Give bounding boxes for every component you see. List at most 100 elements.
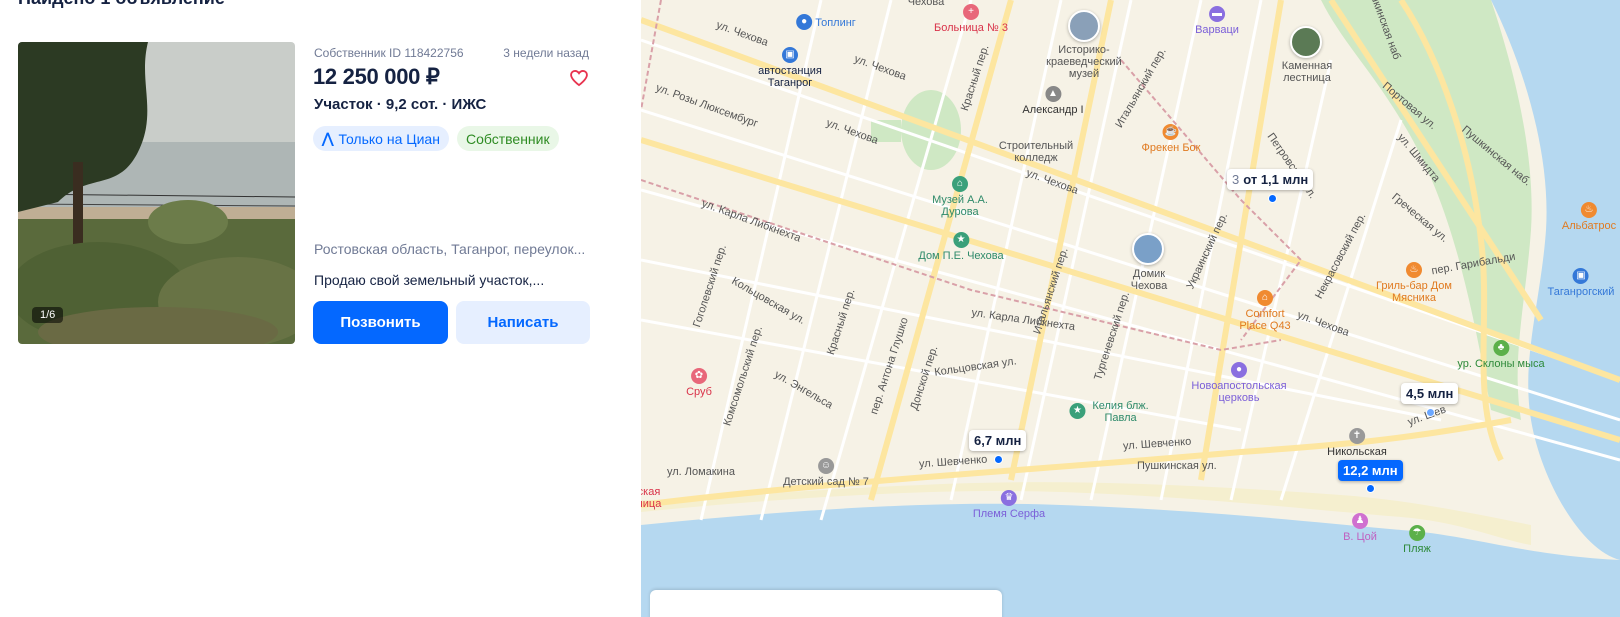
poi-label: ская ница (641, 486, 662, 510)
pin-label: 6,7 млн (974, 433, 1022, 448)
listing-dot[interactable] (1268, 194, 1277, 203)
varvatsi-poi[interactable]: ▬ Варваци (1195, 6, 1239, 36)
poi-label: Гриль-бар Дом Мясника (1375, 280, 1452, 304)
construction-college-poi[interactable]: Строительный колледж (996, 140, 1076, 164)
bus-station-poi[interactable]: ▣ автостанция Таганрог (745, 47, 835, 89)
poi-label: Comfort Place Q43 (1239, 308, 1291, 332)
chekhov-small-house-photo-icon[interactable] (1132, 233, 1164, 265)
stairs-photo-icon[interactable] (1290, 26, 1322, 58)
listing-dot[interactable] (994, 455, 1003, 464)
hospital-poi[interactable]: + Больница № 3 (934, 4, 1008, 34)
museum-poi[interactable]: Историко-краеведческий музей (1039, 44, 1129, 80)
poi-label: Каменная лестница (1281, 60, 1333, 84)
hotel-icon: ⌂ (1257, 290, 1273, 306)
star-icon: ★ (1069, 403, 1086, 419)
albatros-poi[interactable]: ♨ Альбатрос (1562, 202, 1616, 232)
bus-icon: ▣ (782, 47, 798, 63)
tsoi-poi[interactable]: ♟ В. Цой (1343, 513, 1377, 543)
poi-label: Дом П.Е. Чехова (918, 250, 1004, 262)
building-icon: ▣ (1572, 268, 1589, 284)
poi-label: ур. Склоны мыса (1457, 358, 1545, 370)
poi-label: В. Цой (1343, 531, 1377, 543)
badges-row: ⋀ Только на Циан Собственник (313, 126, 559, 151)
trophy-icon: ♛ (1001, 490, 1017, 506)
price-pin[interactable]: 4,5 млн (1401, 383, 1459, 404)
grill-poi[interactable]: ♨ Гриль-бар Дом Мясника (1374, 262, 1454, 304)
durov-museum-poi[interactable]: ⌂ Музей А.А. Дурова (925, 176, 995, 218)
poi-label: Таганрогский (1547, 286, 1615, 298)
topling-poi[interactable]: ● Топлинг (796, 14, 856, 32)
only-on-cian-badge: ⋀ Только на Циан (313, 126, 449, 151)
poi-label: Больница № 3 (934, 22, 1008, 34)
owner-badge: Собственник (456, 126, 559, 151)
cafe-icon: ☕ (1163, 124, 1179, 140)
chekhov-small-house-poi[interactable]: Домик Чехова (1127, 268, 1171, 292)
listing-price[interactable]: 12 250 000 ₽ (313, 64, 440, 90)
listings-panel: Найдено 1 объявление 1/6 Собственник ID … (0, 0, 641, 617)
poi-label: Историко-краеведческий музей (1046, 44, 1122, 80)
restaurant-icon: ♨ (1581, 202, 1597, 218)
poi-label: Альбатрос (1561, 220, 1617, 232)
museum-icon: ⌂ (952, 176, 968, 192)
nikolskaya-poi[interactable]: ✝ Никольская (1327, 428, 1387, 458)
price-pin-active[interactable]: 12,2 млн (1338, 460, 1403, 481)
park-icon: ♣ (1493, 340, 1509, 356)
price-pin-cluster[interactable]: 3 от 1,1 млн (1227, 169, 1314, 190)
poi-label: Чехова (907, 0, 945, 8)
slopes-poi[interactable]: ♣ ур. Склоны мыса (1457, 340, 1545, 370)
write-button[interactable]: Написать (456, 301, 590, 344)
listing-dot[interactable] (1426, 408, 1435, 417)
poi-label: Племя Серфа (972, 508, 1046, 520)
pin-label: 12,2 млн (1343, 463, 1398, 478)
monument-icon: ▲ (1045, 86, 1061, 102)
beach-icon: ☂ (1408, 525, 1425, 541)
chekhov-top-label: Чехова (908, 0, 945, 8)
kindergarten-poi[interactable]: ☺ Детский сад № 7 (783, 458, 869, 488)
cian-logo-icon: ⋀ (322, 130, 334, 146)
listing-address[interactable]: Ростовская область, Таганрог, переулок..… (314, 241, 585, 257)
beach-poi[interactable]: ☂ Пляж (1403, 525, 1431, 555)
restaurant-icon: ♨ (1406, 262, 1422, 278)
hospital-edge-poi[interactable]: ская ница (641, 486, 663, 510)
museum-photo-icon[interactable] (1068, 10, 1100, 42)
listing-dot-active[interactable] (1366, 484, 1375, 493)
sruba-poi[interactable]: ✿ Сруб (686, 368, 712, 398)
listing-photo[interactable] (18, 42, 295, 344)
poi-label: автостанция Таганрог (758, 65, 822, 89)
school-icon: ☺ (818, 458, 834, 474)
poi-label: Топлинг (815, 16, 856, 29)
alexander-poi[interactable]: ▲ Александр I (1022, 86, 1084, 116)
stone-stairs-poi[interactable]: Каменная лестница (1277, 60, 1337, 84)
poi-label: Новоапостольская церковь (1191, 380, 1287, 404)
owner-id: Собственник ID 118422756 (314, 46, 464, 60)
listing-subtitle: Участок · 9,2 сот. · ИЖС (314, 96, 487, 113)
poi-label: Музей А.А. Дурова (932, 194, 988, 218)
favorite-heart-icon[interactable] (569, 68, 589, 88)
street-label: Пушкинская ул. (1137, 460, 1217, 472)
poi-label: Варваци (1195, 24, 1239, 36)
hospital-icon: + (962, 4, 979, 20)
bed-icon: ▬ (1208, 6, 1225, 22)
chekhov-house-poi[interactable]: ★ Дом П.Е. Чехова (918, 232, 1004, 262)
kelia-poi[interactable]: ★ Келия блж. Павла (1069, 400, 1152, 424)
listings-count-header: Найдено 1 объявление (18, 0, 225, 9)
call-button[interactable]: Позвонить (313, 301, 448, 344)
poi-label: Домик Чехова (1130, 268, 1168, 292)
only-on-cian-label: Только на Циан (338, 130, 440, 147)
cluster-count: 3 (1232, 172, 1240, 187)
pin-label: 4,5 млн (1406, 386, 1454, 401)
poi-label: Александр I (1022, 104, 1084, 116)
freken-poi[interactable]: ☕ Фрекен Бок (1142, 124, 1200, 154)
taganrogsky-poi[interactable]: ▣ Таганрогский (1547, 268, 1615, 298)
map[interactable]: ул. Чехова ул. Чехова ул. Чехова ул. Чех… (641, 0, 1620, 617)
poi-label: Келия блж. Павла (1092, 400, 1149, 424)
spa-icon: ✿ (691, 368, 707, 384)
church-poi[interactable]: ● Новоапостольская церковь (1189, 362, 1289, 404)
map-bottom-panel[interactable] (650, 590, 1002, 617)
price-pin[interactable]: 6,7 млн (969, 430, 1027, 451)
comfort-poi[interactable]: ⌂ Comfort Place Q43 (1235, 290, 1295, 332)
photo-counter: 1/6 (32, 307, 64, 323)
cross-icon: ✝ (1349, 428, 1365, 444)
serf-poi[interactable]: ♛ Племя Серфа (973, 490, 1045, 520)
poi-label: Детский сад № 7 (783, 476, 869, 488)
